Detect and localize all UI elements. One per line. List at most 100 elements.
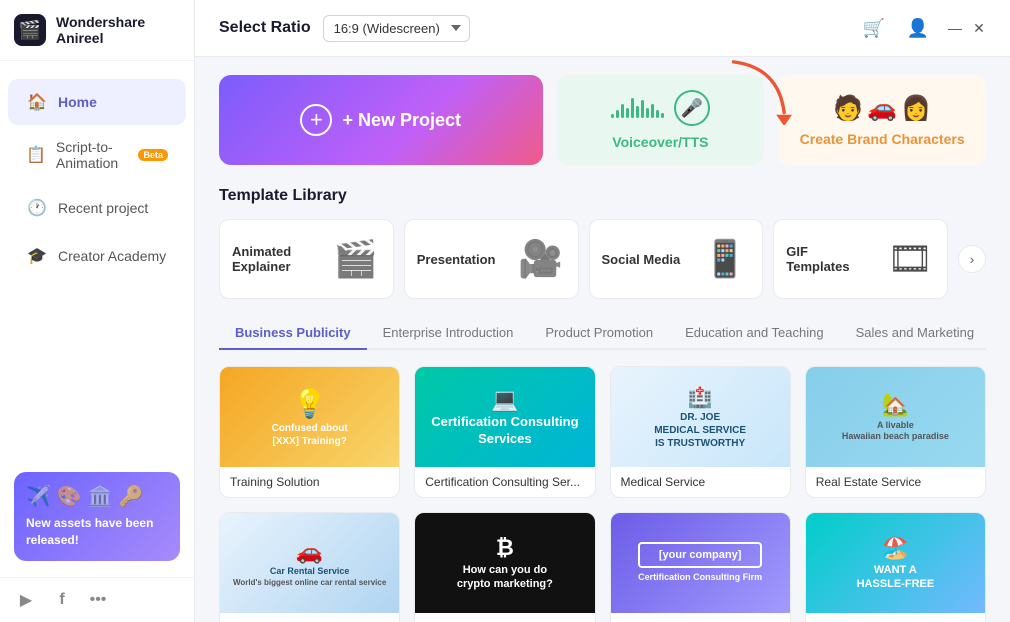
social-icons-row: ▶ f •••: [0, 577, 194, 622]
sidebar-header: 🎬 Wondershare Anireel: [0, 0, 194, 61]
header-icons: 🛒 👤 — ✕: [860, 14, 986, 42]
template-certification-name: Certification Consulting Ser...: [415, 467, 594, 497]
thumb-training-text: 💡 Confused about[XXX] Training?: [264, 378, 356, 456]
thumb-hassle-text: 🏖️ WANT AHASSLE-FREE: [849, 526, 943, 599]
template-training[interactable]: 💡 Confused about[XXX] Training? Training…: [219, 366, 400, 498]
close-button[interactable]: ✕: [972, 21, 986, 35]
select-ratio-label: Select Ratio: [219, 19, 311, 37]
category-presentation[interactable]: Presentation 🎥: [404, 219, 579, 299]
template-hassle-name: WANT A HASSLE-FREE...: [806, 613, 985, 622]
script-icon: 📋: [26, 144, 46, 166]
template-training-name: Training Solution: [220, 467, 399, 497]
cat-animated-icon: 🎬: [331, 234, 381, 284]
template-medical[interactable]: 🏥 DR. JOEMEDICAL SERVICEIS TRUSTWORTHY M…: [610, 366, 791, 498]
thumb-hassle: 🏖️ WANT AHASSLE-FREE: [806, 513, 985, 613]
sidebar-item-home[interactable]: 🏠 Home: [8, 79, 186, 125]
recent-icon: 🕐: [26, 197, 48, 219]
char-figure-3: 👩: [901, 94, 931, 123]
mic-icon: 🎤: [674, 90, 710, 126]
app-title: Wondershare Anireel: [56, 14, 180, 46]
cat-presentation-label: Presentation: [417, 252, 496, 267]
window-controls: — ✕: [948, 21, 986, 35]
cart-icon[interactable]: 🛒: [860, 14, 888, 42]
academy-icon: 🎓: [26, 245, 48, 267]
plus-icon: +: [300, 104, 332, 136]
template-hassle[interactable]: 🏖️ WANT AHASSLE-FREE WANT A HASSLE-FREE.…: [805, 512, 986, 622]
category-social[interactable]: Social Media 📱: [589, 219, 764, 299]
beta-badge: Beta: [138, 149, 168, 161]
thumb-medical-text: 🏥 DR. JOEMEDICAL SERVICEIS TRUSTWORTHY: [646, 377, 754, 458]
sidebar-bottom: ✈️🎨🏛️🔑 New assets have been released!: [0, 462, 194, 577]
sidebar-item-academy-label: Creator Academy: [58, 248, 166, 264]
template-crypto[interactable]: ₿ How can you docrypto marketing? How ca…: [414, 512, 595, 622]
category-animated[interactable]: Animated Explainer 🎬: [219, 219, 394, 299]
tab-enterprise[interactable]: Enterprise Introduction: [367, 317, 530, 350]
tab-product[interactable]: Product Promotion: [529, 317, 669, 350]
cat-gif-icon: 🎞: [885, 234, 935, 284]
thumb-real-estate: 🏡 A livableHawaiian beach paradise: [806, 367, 985, 467]
facebook-icon[interactable]: f: [50, 588, 74, 612]
ratio-select[interactable]: 16:9 (Widescreen) 4:3 1:1 9:16: [323, 15, 470, 42]
sidebar-item-script[interactable]: 📋 Script-to-Animation Beta: [8, 127, 186, 183]
template-company-name: [your company]: [611, 613, 790, 622]
promo-card-text: New assets have been released!: [26, 515, 168, 549]
user-icon[interactable]: 👤: [904, 14, 932, 42]
top-actions: + + New Project: [219, 75, 986, 165]
cat-social-label: Social Media: [602, 252, 681, 267]
cat-social-icon: 📱: [700, 234, 750, 284]
brand-characters-card[interactable]: 🧑 🚗 👩 Create Brand Characters: [778, 75, 986, 165]
cat-animated-label: Animated Explainer: [232, 244, 312, 274]
promo-card[interactable]: ✈️🎨🏛️🔑 New assets have been released!: [14, 472, 180, 561]
tab-business[interactable]: Business Publicity: [219, 317, 367, 350]
tab-education[interactable]: Education and Teaching: [669, 317, 840, 350]
main-header: Select Ratio 16:9 (Widescreen) 4:3 1:1 9…: [195, 0, 1010, 57]
template-real-estate-name: Real Estate Service: [806, 467, 985, 497]
thumb-certification-text: 💻 Certification ConsultingServices: [423, 378, 586, 456]
section-title: Template Library: [219, 187, 986, 205]
sidebar-item-home-label: Home: [58, 94, 97, 110]
category-gif[interactable]: GIF Templates 🎞: [773, 219, 948, 299]
thumb-car-text: 🚗 Car Rental Service World's biggest onl…: [225, 530, 394, 597]
brand-characters-label: Create Brand Characters: [800, 131, 965, 147]
thumb-medical: 🏥 DR. JOEMEDICAL SERVICEIS TRUSTWORTHY: [611, 367, 790, 467]
template-company[interactable]: [your company] Certification Consulting …: [610, 512, 791, 622]
youtube-icon[interactable]: ▶: [14, 588, 38, 612]
template-grid: 💡 Confused about[XXX] Training? Training…: [219, 366, 986, 622]
cat-gif-label: GIF Templates: [786, 244, 866, 274]
thumb-real-estate-text: 🏡 A livableHawaiian beach paradise: [834, 383, 957, 451]
sidebar-item-recent[interactable]: 🕐 Recent project: [8, 185, 186, 231]
thumb-training: 💡 Confused about[XXX] Training?: [220, 367, 399, 467]
thumb-car: 🚗 Car Rental Service World's biggest onl…: [220, 513, 399, 613]
template-real-estate[interactable]: 🏡 A livableHawaiian beach paradise Real …: [805, 366, 986, 498]
voiceover-label: Voiceover/TTS: [612, 134, 708, 150]
template-certification[interactable]: 💻 Certification ConsultingServices Certi…: [414, 366, 595, 498]
main-content: Select Ratio 16:9 (Widescreen) 4:3 1:1 9…: [195, 0, 1010, 622]
template-library-section: Template Library Animated Explainer 🎬 Pr…: [219, 187, 986, 622]
cat-presentation-icon: 🎥: [516, 234, 566, 284]
template-car[interactable]: 🚗 Car Rental Service World's biggest onl…: [219, 512, 400, 622]
thumb-certification: 💻 Certification ConsultingServices: [415, 367, 594, 467]
categories-next-arrow[interactable]: ›: [958, 245, 986, 273]
voiceover-icon-group: 🎤: [611, 90, 710, 126]
thumb-company-text: [your company] Certification Consulting …: [630, 534, 770, 592]
tab-sales[interactable]: Sales and Marketing: [840, 317, 991, 350]
content-area: + + New Project: [195, 57, 1010, 622]
minimize-button[interactable]: —: [948, 21, 962, 35]
sidebar-item-recent-label: Recent project: [58, 200, 148, 216]
sidebar-item-academy[interactable]: 🎓 Creator Academy: [8, 233, 186, 279]
thumb-company: [your company] Certification Consulting …: [611, 513, 790, 613]
sidebar: 🎬 Wondershare Anireel 🏠 Home 📋 Script-to…: [0, 0, 195, 622]
template-crypto-name: How can you do crypto marketing?: [415, 613, 594, 622]
character-icons: 🧑 🚗 👩: [833, 94, 931, 123]
char-figure-2: 🚗: [867, 94, 897, 123]
sidebar-item-script-label: Script-to-Animation: [56, 139, 133, 171]
voiceover-card[interactable]: 🎤 Voiceover/TTS: [557, 75, 765, 165]
template-categories: Animated Explainer 🎬 Presentation 🎥 Soci…: [219, 219, 986, 299]
template-medical-name: Medical Service: [611, 467, 790, 497]
template-tabs: Business Publicity Enterprise Introducti…: [219, 317, 986, 350]
home-icon: 🏠: [26, 91, 48, 113]
template-car-name: Car Rental Service: [220, 613, 399, 622]
more-icon[interactable]: •••: [86, 588, 110, 612]
thumb-crypto: ₿ How can you docrypto marketing?: [415, 513, 594, 613]
new-project-button[interactable]: + + New Project: [219, 75, 543, 165]
